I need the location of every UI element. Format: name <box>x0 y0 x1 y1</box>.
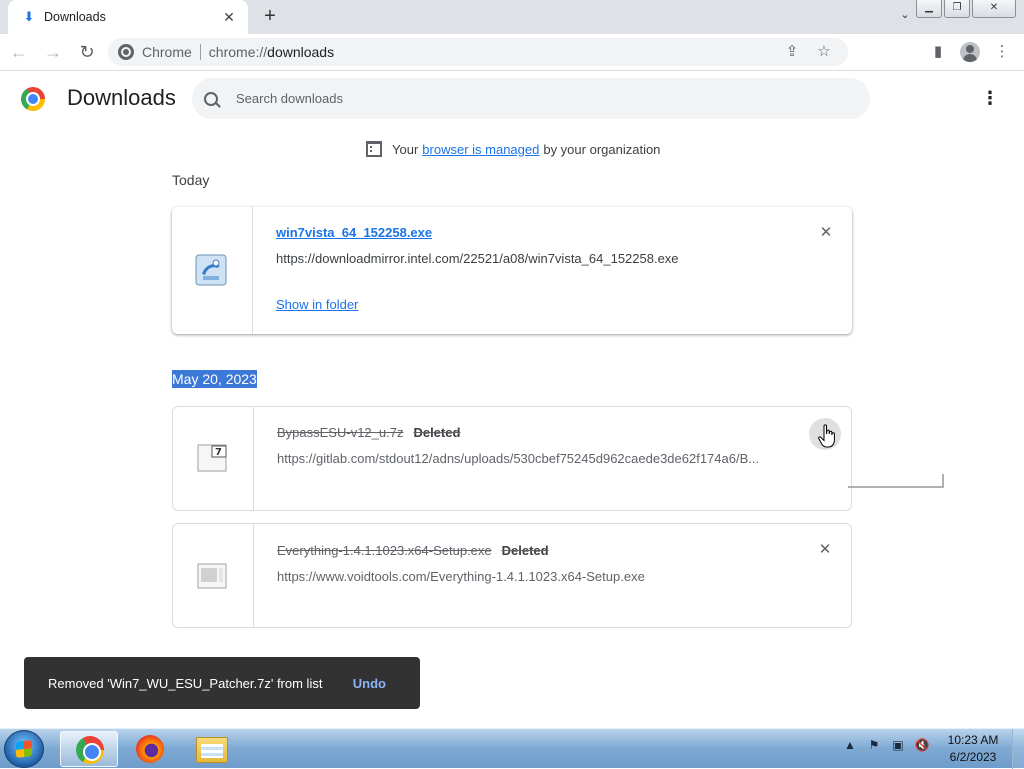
managed-prefix: Your <box>392 141 419 157</box>
minimize-button[interactable]: ▁ <box>916 0 942 18</box>
tab-search-button[interactable]: ⌄ <box>894 8 916 26</box>
browser-toolbar: ← → ↻ Chrome chrome:// downloads ⇪ ☆ ▮ ⋮ <box>0 34 1024 71</box>
managed-notice: Your browser is managed by your organiza… <box>366 139 660 159</box>
svg-text:7: 7 <box>215 447 222 458</box>
remove-from-list-icon[interactable]: ✕ <box>815 540 835 560</box>
clock-time: 10:23 AM <box>947 733 999 747</box>
action-center-flag-icon[interactable]: ⚑ <box>866 737 882 753</box>
chrome-app-icon <box>76 736 104 764</box>
download-filename: BypassESU-v12_u.7z Deleted <box>277 425 460 440</box>
download-icon: ⬇ <box>23 9 35 24</box>
archive-file-icon: 7 <box>197 444 227 472</box>
site-chip-label: Chrome <box>142 44 192 60</box>
deleted-filename: BypassESU-v12_u.7z <box>277 425 404 440</box>
tray-expand-icon[interactable]: ▲ <box>842 737 858 753</box>
taskbar-firefox[interactable] <box>121 731 179 767</box>
side-panel-icon[interactable]: ▮ <box>922 38 954 66</box>
tab-title: Downloads <box>44 10 106 24</box>
page-title: Downloads <box>67 85 176 110</box>
tab-downloads[interactable]: ⬇ Downloads ✕ <box>8 0 248 34</box>
downloads-menu-icon[interactable]: ⋮ <box>978 86 1002 110</box>
share-icon[interactable]: ⇪ <box>776 38 808 66</box>
download-item: win7vista_64_152258.exe https://download… <box>172 207 852 334</box>
restore-button[interactable]: ❐ <box>944 0 970 18</box>
address-bar[interactable]: Chrome chrome:// downloads <box>108 38 848 66</box>
download-filename-link[interactable]: win7vista_64_152258.exe <box>276 225 432 240</box>
profile-avatar[interactable] <box>960 42 980 62</box>
firefox-app-icon <box>136 735 164 763</box>
start-button[interactable] <box>4 730 44 768</box>
deleted-filename: Everything-1.4.1.1023.x64-Setup.exe <box>277 543 492 558</box>
generic-file-icon <box>197 563 227 589</box>
network-icon[interactable]: ▣ <box>890 737 906 753</box>
tab-strip: ⬇ Downloads ✕ + ⌄ ▁ ❐ ✕ <box>0 0 1024 34</box>
browser-managed-link[interactable]: browser is managed <box>422 142 539 157</box>
file-icon-column: 7 <box>173 407 254 510</box>
toolbar-actions: ⇪ ☆ ▮ ⋮ <box>786 38 1018 66</box>
tooltip-remnant <box>848 474 944 488</box>
url-scheme: chrome:// <box>208 44 268 60</box>
clock-date: 6/2/2023 <box>949 750 997 764</box>
new-tab-button[interactable]: + <box>258 5 282 29</box>
download-url[interactable]: https://www.voidtools.com/Everything-1.4… <box>277 569 782 584</box>
chrome-logo <box>21 87 45 111</box>
forward-button[interactable]: → <box>38 37 68 67</box>
download-filename: Everything-1.4.1.1023.x64-Setup.exe Delet… <box>277 543 549 558</box>
tab-close-icon[interactable]: ✕ <box>220 9 238 26</box>
show-desktop-button[interactable] <box>1012 729 1024 769</box>
download-item: Everything-1.4.1.1023.x64-Setup.exe Delet… <box>172 523 852 628</box>
removed-toast: Removed 'Win7_WU_ESU_Patcher.7z' from li… <box>24 657 420 709</box>
managed-suffix: by your organization <box>543 141 661 157</box>
chrome-menu-icon[interactable]: ⋮ <box>986 38 1018 66</box>
show-in-folder-link[interactable]: Show in folder <box>276 297 358 312</box>
installer-file-icon <box>195 254 227 286</box>
reload-button[interactable]: ↻ <box>72 37 102 67</box>
toast-message: Removed 'Win7_WU_ESU_Patcher.7z' from li… <box>48 675 323 691</box>
windows-taskbar: ▲ ⚑ ▣ 🔇 10:23 AM 6/2/2023 <box>0 728 1024 769</box>
download-url[interactable]: https://downloadmirror.intel.com/22521/a… <box>276 251 781 266</box>
file-icon-column <box>172 207 253 334</box>
deleted-status: Deleted <box>413 425 461 440</box>
omnibox-divider <box>199 44 201 60</box>
taskbar-clock[interactable]: 10:23 AM 6/2/2023 <box>936 732 1010 766</box>
remove-from-list-icon[interactable]: ✕ <box>816 223 836 243</box>
file-icon-column <box>173 524 254 627</box>
system-tray: ▲ ⚑ ▣ 🔇 <box>842 737 930 753</box>
building-icon <box>366 141 382 157</box>
bookmark-star-icon[interactable]: ☆ <box>808 38 840 66</box>
volume-muted-icon[interactable]: 🔇 <box>914 737 930 753</box>
taskbar-chrome[interactable] <box>60 731 118 767</box>
download-item: 7 BypassESU-v12_u.7z Deleted https://gitl… <box>172 406 852 511</box>
date-header-may-20: May 20, 2023 <box>172 370 257 388</box>
search-placeholder: Search downloads <box>236 91 343 106</box>
download-url[interactable]: https://gitlab.com/stdout12/adns/uploads… <box>277 451 782 466</box>
undo-button[interactable]: Undo <box>353 676 386 691</box>
taskbar-explorer[interactable] <box>183 731 241 767</box>
deleted-status: Deleted <box>501 543 549 558</box>
hand-cursor-icon <box>818 424 835 448</box>
window-controls: ▁ ❐ ✕ <box>916 0 1016 18</box>
folder-app-icon <box>196 737 228 763</box>
chrome-site-icon <box>118 44 134 60</box>
date-header-today: Today <box>172 172 210 188</box>
search-downloads-input[interactable]: Search downloads <box>192 78 870 119</box>
search-icon <box>204 91 218 106</box>
back-button[interactable]: ← <box>4 37 34 67</box>
url-host: downloads <box>267 44 335 60</box>
close-window-button[interactable]: ✕ <box>972 0 1016 18</box>
